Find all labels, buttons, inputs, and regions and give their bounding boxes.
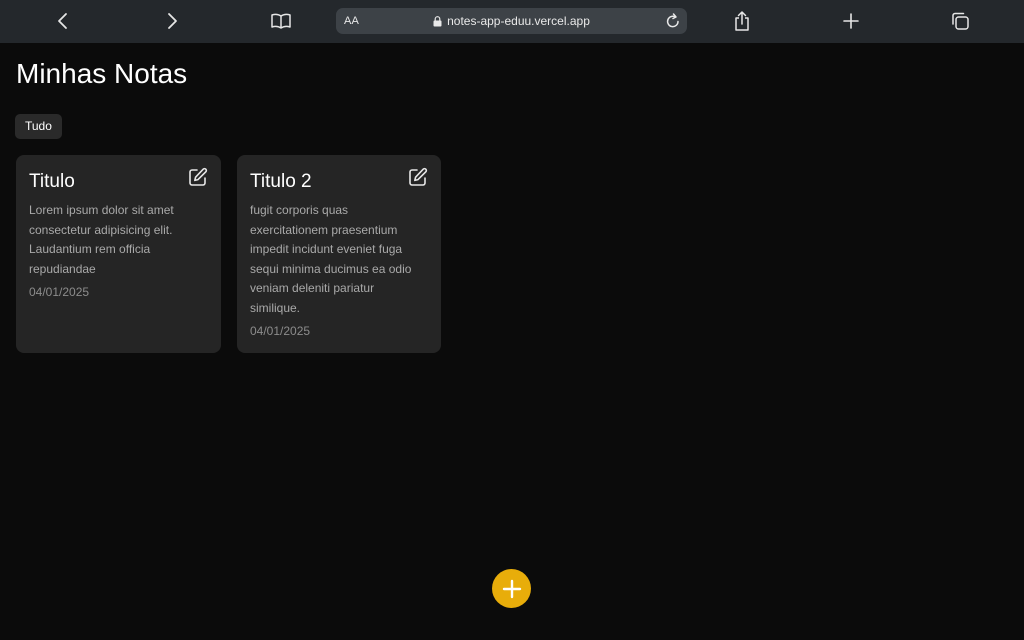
note-body: Lorem ipsum dolor sit amet consectetur a… bbox=[29, 203, 174, 276]
note-card[interactable]: Titulo 2 fugit corporis quas exercitatio… bbox=[237, 155, 441, 353]
note-title: Titulo bbox=[29, 171, 75, 192]
add-note-button[interactable] bbox=[492, 569, 531, 608]
filter-chip-all[interactable]: Tudo bbox=[15, 114, 62, 139]
url-text: notes-app-eduu.vercel.app bbox=[447, 14, 590, 28]
page-title: Minhas Notas bbox=[16, 58, 188, 89]
note-date: 04/01/2025 bbox=[29, 285, 90, 299]
tabs-icon bbox=[952, 12, 969, 30]
plus-icon bbox=[843, 13, 859, 29]
note-date: 04/01/2025 bbox=[250, 324, 311, 338]
lock-icon bbox=[433, 15, 442, 26]
forward-button[interactable] bbox=[157, 7, 187, 35]
reader-bookmarks-button[interactable] bbox=[266, 7, 296, 35]
address-bar[interactable]: AA notes-app-eduu.vercel.app bbox=[336, 8, 687, 34]
note-body: fugit corporis quas exercitationem praes… bbox=[250, 203, 412, 315]
tabs-overview-button[interactable] bbox=[945, 7, 975, 35]
note-body-container: fugit corporis quas exercitationem praes… bbox=[250, 201, 425, 342]
browser-toolbar: AA notes-app-eduu.vercel.app bbox=[0, 0, 1024, 43]
plus-icon bbox=[502, 579, 521, 598]
note-title: Titulo 2 bbox=[250, 171, 312, 192]
note-card[interactable]: Titulo Lorem ipsum dolor sit amet consec… bbox=[16, 155, 221, 353]
book-icon bbox=[271, 13, 291, 29]
edit-icon[interactable] bbox=[408, 167, 428, 187]
edit-icon[interactable] bbox=[188, 167, 208, 187]
note-body-container: Lorem ipsum dolor sit amet consectetur a… bbox=[29, 201, 204, 303]
url-display: notes-app-eduu.vercel.app bbox=[336, 8, 687, 34]
reload-icon[interactable] bbox=[665, 12, 681, 30]
share-icon bbox=[735, 11, 749, 31]
share-button[interactable] bbox=[727, 7, 757, 35]
back-button[interactable] bbox=[48, 7, 78, 35]
new-tab-button[interactable] bbox=[836, 7, 866, 35]
forward-icon bbox=[168, 13, 177, 29]
back-icon bbox=[58, 13, 67, 29]
